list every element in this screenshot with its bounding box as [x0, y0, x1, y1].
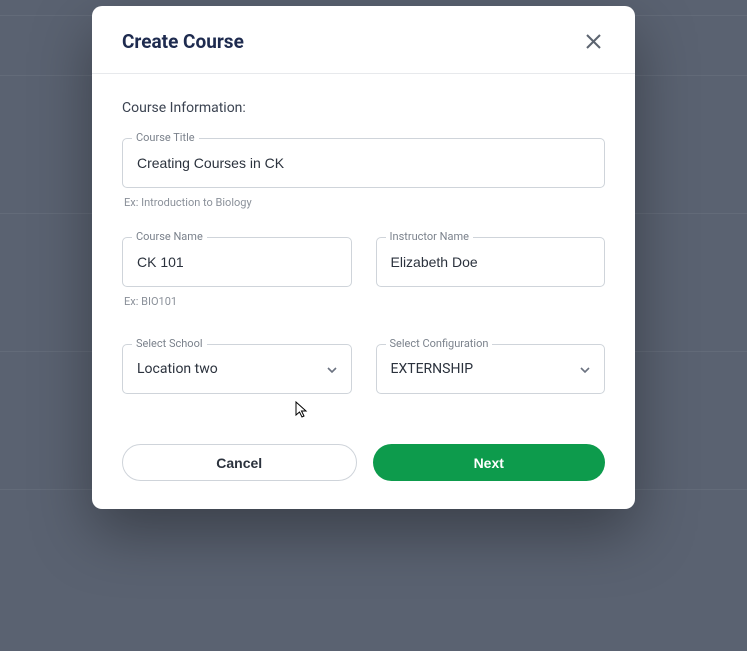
- cancel-button[interactable]: Cancel: [122, 444, 357, 481]
- select-school-label: Select School: [132, 337, 207, 350]
- select-school-value: Location two: [137, 361, 218, 377]
- select-config-field: Select Configuration EXTERNSHIP: [376, 344, 606, 394]
- select-config-label: Select Configuration: [386, 337, 493, 350]
- course-title-helper: Ex: Introduction to Biology: [124, 196, 605, 209]
- chevron-down-icon: [580, 361, 590, 377]
- modal-title: Create Course: [122, 30, 244, 53]
- course-name-field: Course Name Ex: BIO101: [122, 237, 352, 308]
- course-title-field: Course Title Ex: Introduction to Biology: [122, 138, 605, 209]
- close-button[interactable]: [582, 30, 605, 53]
- course-title-input[interactable]: [122, 138, 605, 188]
- course-title-label: Course Title: [132, 131, 199, 144]
- course-name-input[interactable]: [122, 237, 352, 287]
- select-school-dropdown[interactable]: Location two: [122, 344, 352, 394]
- close-icon: [586, 34, 601, 49]
- select-config-dropdown[interactable]: EXTERNSHIP: [376, 344, 606, 394]
- instructor-name-label: Instructor Name: [386, 230, 473, 243]
- modal-header: Create Course: [92, 6, 635, 74]
- instructor-name-field: Instructor Name: [376, 237, 606, 308]
- chevron-down-icon: [327, 361, 337, 377]
- instructor-name-input[interactable]: [376, 237, 606, 287]
- select-school-field: Select School Location two: [122, 344, 352, 394]
- select-config-value: EXTERNSHIP: [391, 361, 474, 377]
- course-name-helper: Ex: BIO101: [124, 295, 352, 308]
- next-button[interactable]: Next: [373, 444, 606, 481]
- create-course-modal: Create Course Course Information: Course…: [92, 6, 635, 509]
- course-name-label: Course Name: [132, 230, 207, 243]
- section-label: Course Information:: [122, 100, 605, 116]
- modal-body: Course Information: Course Title Ex: Int…: [92, 74, 635, 444]
- modal-footer: Cancel Next: [92, 444, 635, 509]
